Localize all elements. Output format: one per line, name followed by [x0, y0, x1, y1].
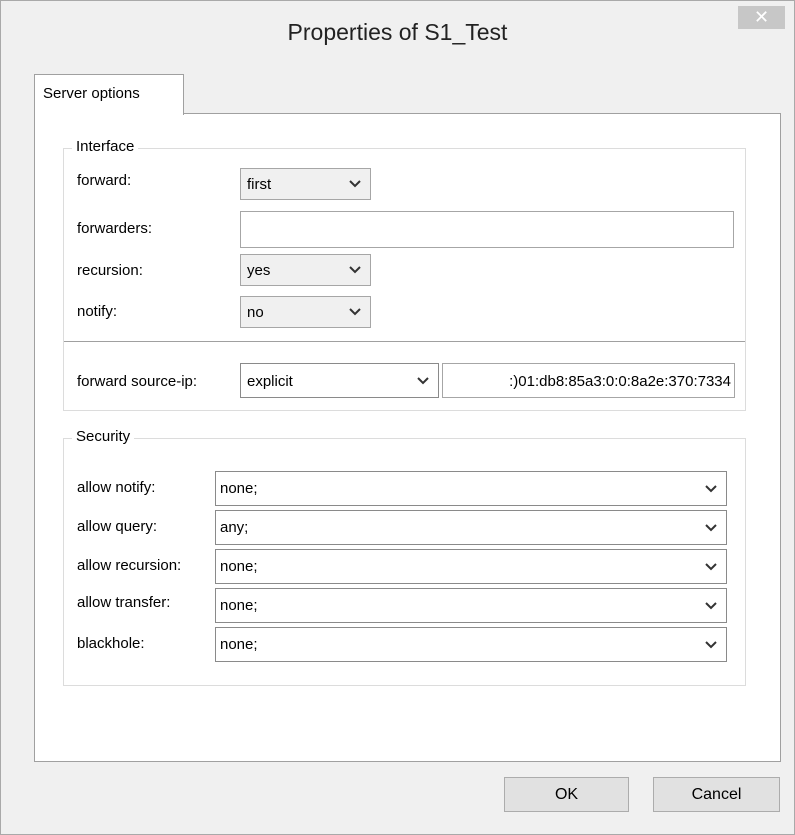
chevron-down-icon: [349, 180, 361, 188]
allow-notify-value: none;: [220, 480, 258, 497]
allow-query-select[interactable]: any;: [215, 510, 727, 545]
tab-server-options[interactable]: Server options: [34, 74, 184, 115]
ok-button[interactable]: OK: [504, 777, 629, 812]
chevron-down-icon: [705, 563, 717, 571]
chevron-down-icon: [349, 266, 361, 274]
notify-select[interactable]: no: [240, 296, 371, 328]
notify-label: notify:: [77, 303, 118, 320]
interface-separator: [64, 341, 745, 342]
close-button[interactable]: ✕: [738, 6, 785, 29]
forward-value: first: [247, 176, 272, 193]
allow-recursion-select[interactable]: none;: [215, 549, 727, 584]
forwarders-label: forwarders:: [77, 220, 153, 237]
chevron-down-icon: [705, 602, 717, 610]
allow-transfer-label: allow transfer:: [77, 594, 171, 611]
cancel-button[interactable]: Cancel: [653, 777, 780, 812]
forwarders-input[interactable]: [240, 211, 734, 248]
interface-group-label: Interface: [72, 138, 139, 155]
chevron-down-icon: [705, 485, 717, 493]
chevron-down-icon: [349, 308, 361, 316]
allow-query-value: any;: [220, 519, 249, 536]
chevron-down-icon: [705, 641, 717, 649]
allow-transfer-select[interactable]: none;: [215, 588, 727, 623]
forward-label: forward:: [77, 172, 132, 189]
allow-query-label: allow query:: [77, 518, 158, 535]
source-ip-mode-select[interactable]: explicit: [240, 363, 439, 398]
blackhole-value: none;: [220, 636, 258, 653]
tab-label: Server options: [43, 85, 140, 102]
title-bar: Properties of S1_Test ✕: [1, 1, 794, 69]
chevron-down-icon: [705, 524, 717, 532]
security-group-label: Security: [72, 428, 135, 445]
server-options-panel: Interface forward: first forwarders: rec…: [34, 113, 781, 762]
blackhole-select[interactable]: none;: [215, 627, 727, 662]
allow-recursion-label: allow recursion:: [77, 557, 182, 574]
blackhole-label: blackhole:: [77, 635, 145, 652]
properties-dialog: Properties of S1_Test ✕ Server options I…: [0, 0, 795, 835]
source-ip-value: :)01:db8:85a3:0:0:8a2e:370:7334: [509, 373, 731, 390]
source-ip-input[interactable]: :)01:db8:85a3:0:0:8a2e:370:7334: [442, 363, 735, 398]
allow-notify-label: allow notify:: [77, 479, 156, 496]
forward-select[interactable]: first: [240, 168, 371, 200]
interface-group: Interface forward: first forwarders: rec…: [63, 138, 746, 411]
allow-transfer-value: none;: [220, 597, 258, 614]
source-ip-label: forward source-ip:: [77, 373, 198, 390]
window-title: Properties of S1_Test: [287, 19, 508, 45]
recursion-label: recursion:: [77, 262, 143, 279]
notify-value: no: [247, 304, 264, 321]
close-icon: ✕: [753, 7, 770, 27]
allow-notify-select[interactable]: none;: [215, 471, 727, 506]
allow-recursion-value: none;: [220, 558, 258, 575]
source-ip-mode-value: explicit: [247, 373, 293, 390]
recursion-value: yes: [247, 262, 271, 279]
chevron-down-icon: [417, 377, 429, 385]
security-group: Security allow notify: none; allow query…: [63, 428, 746, 686]
recursion-select[interactable]: yes: [240, 254, 371, 286]
